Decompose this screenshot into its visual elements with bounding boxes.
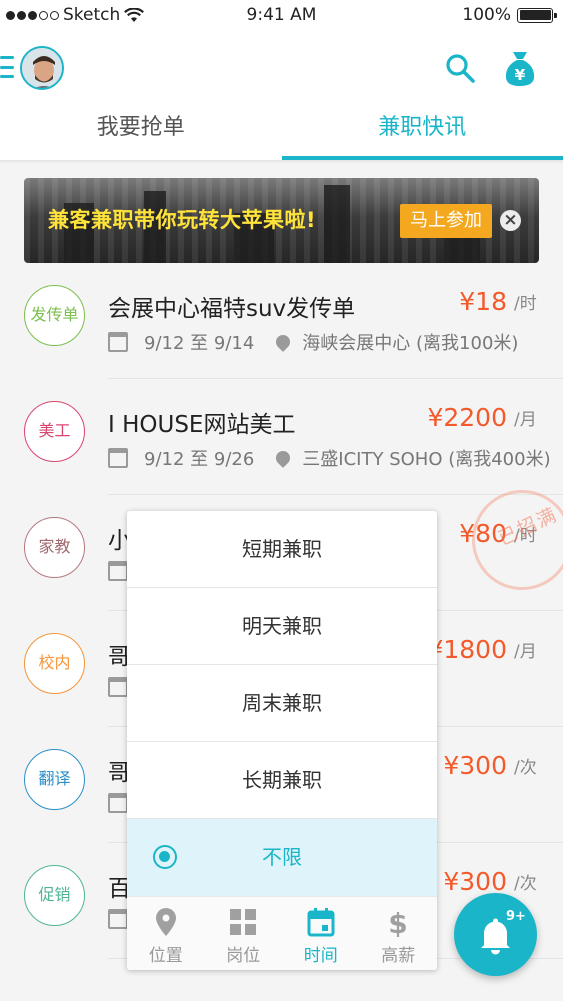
job-category-badge: 促销 [24, 865, 85, 926]
promo-banner[interactable]: 兼客兼职带你玩转大苹果啦! 马上参加 [24, 178, 539, 263]
grid-icon [230, 909, 257, 935]
avatar-image [22, 48, 62, 88]
filter-option-label: 短期兼职 [242, 537, 322, 561]
filter-option-label: 长期兼职 [242, 768, 322, 792]
calendar-icon [307, 908, 335, 937]
calendar-icon [108, 332, 128, 352]
filter-bar: 位置 岗位 时间 $ 高薪 [127, 896, 437, 970]
job-category-badge: 美工 [24, 401, 85, 462]
filter-option-label: 不限 [262, 845, 302, 869]
filter-tab-label: 位置 [148, 946, 183, 966]
job-category-badge: 校内 [24, 633, 85, 694]
job-row[interactable]: 发传单 会展中心福特suv发传单 9/12 至 9/14 海峡会展中心 (离我1… [0, 263, 563, 379]
job-category-badge: 发传单 [24, 285, 85, 346]
location-pin-icon [273, 332, 294, 352]
job-price-unit: /月 [514, 410, 537, 430]
filter-option-short-term[interactable]: 短期兼职 [127, 511, 437, 588]
filter-tab-high-pay[interactable]: $ 高薪 [360, 897, 438, 970]
filter-option-label: 周末兼职 [242, 691, 322, 715]
top-tabs: 我要抢单 兼职快讯 [0, 104, 563, 160]
filter-tab-label: 岗位 [226, 946, 261, 966]
status-bar: Sketch 9:41 AM 100% [0, 0, 563, 32]
dollar-icon: $ [389, 907, 408, 937]
job-price: ¥2200 [427, 403, 507, 432]
search-icon[interactable] [444, 52, 476, 84]
battery-group: 100% [462, 5, 557, 25]
battery-icon [517, 7, 557, 23]
banner-text: 兼客兼职带你玩转大苹果啦! [48, 208, 317, 232]
radio-selected-icon [153, 845, 177, 869]
filter-option-tomorrow[interactable]: 明天兼职 [127, 588, 437, 665]
calendar-icon [108, 677, 128, 697]
calendar-icon [108, 561, 128, 581]
calendar-icon [108, 909, 128, 929]
job-price-unit: /次 [514, 758, 537, 778]
svg-text:$: $ [389, 907, 408, 937]
job-location: 海峡会展中心 (离我100米) [302, 333, 519, 354]
tab-job-news[interactable]: 兼职快讯 [281, 104, 563, 160]
job-price: ¥300 [443, 867, 507, 896]
job-row[interactable]: 美工 I HOUSE网站美工 9/12 至 9/26 三盛ICITY SOHO … [0, 379, 563, 495]
svg-text:¥: ¥ [515, 66, 526, 84]
job-meta: 9/12 至 9/26 三盛ICITY SOHO (离我400米) [108, 445, 551, 471]
filter-option-long-term[interactable]: 长期兼职 [127, 742, 437, 819]
job-category-badge: 家教 [24, 517, 85, 578]
job-date: 9/12 至 9/14 [144, 333, 255, 354]
filter-option-label: 明天兼职 [242, 614, 322, 638]
filter-tab-position[interactable]: 岗位 [205, 897, 283, 970]
filter-option-unlimited[interactable]: 不限 [127, 819, 437, 896]
header-shadow [0, 160, 563, 164]
filter-option-weekend[interactable]: 周末兼职 [127, 665, 437, 742]
job-price-unit: /时 [514, 294, 537, 314]
filter-tab-location[interactable]: 位置 [127, 897, 205, 970]
calendar-icon [108, 793, 128, 813]
job-price: ¥18 [459, 287, 507, 316]
filter-tab-time[interactable]: 时间 [282, 897, 360, 970]
location-pin-icon [273, 448, 294, 468]
bell-icon [481, 918, 510, 955]
job-meta: 9/12 至 9/14 海峡会展中心 (离我100米) [108, 329, 518, 355]
banner-join-button[interactable]: 马上参加 [400, 204, 492, 238]
filter-tab-label: 时间 [303, 946, 338, 966]
job-price: ¥1800 [427, 635, 507, 664]
banner-close-icon[interactable]: × [500, 210, 521, 231]
avatar[interactable] [20, 46, 64, 90]
time-filter-dropdown: 短期兼职 明天兼职 周末兼职 长期兼职 不限 位置 岗位 时间 $ 高薪 [127, 511, 437, 970]
calendar-icon [108, 448, 128, 468]
menu-icon[interactable] [0, 56, 14, 78]
tab-grab-orders[interactable]: 我要抢单 [0, 104, 282, 160]
battery-percent: 100% [462, 5, 511, 25]
job-price: ¥300 [443, 751, 507, 780]
job-price-unit: /月 [514, 642, 537, 662]
app-header: ¥ 我要抢单 兼职快讯 [0, 32, 563, 160]
job-category-badge: 翻译 [24, 749, 85, 810]
job-location: 三盛ICITY SOHO (离我400米) [302, 449, 551, 470]
job-date: 9/12 至 9/26 [144, 449, 255, 470]
money-bag-icon[interactable]: ¥ [502, 48, 538, 88]
job-title: 会展中心福特suv发传单 [108, 296, 356, 322]
notification-button[interactable]: 9+ [454, 893, 537, 976]
notification-count: 9+ [506, 909, 526, 924]
job-title: I HOUSE网站美工 [108, 412, 296, 438]
filter-tab-label: 高薪 [381, 946, 416, 966]
location-pin-icon [155, 908, 176, 936]
job-price-unit: /次 [514, 874, 537, 894]
